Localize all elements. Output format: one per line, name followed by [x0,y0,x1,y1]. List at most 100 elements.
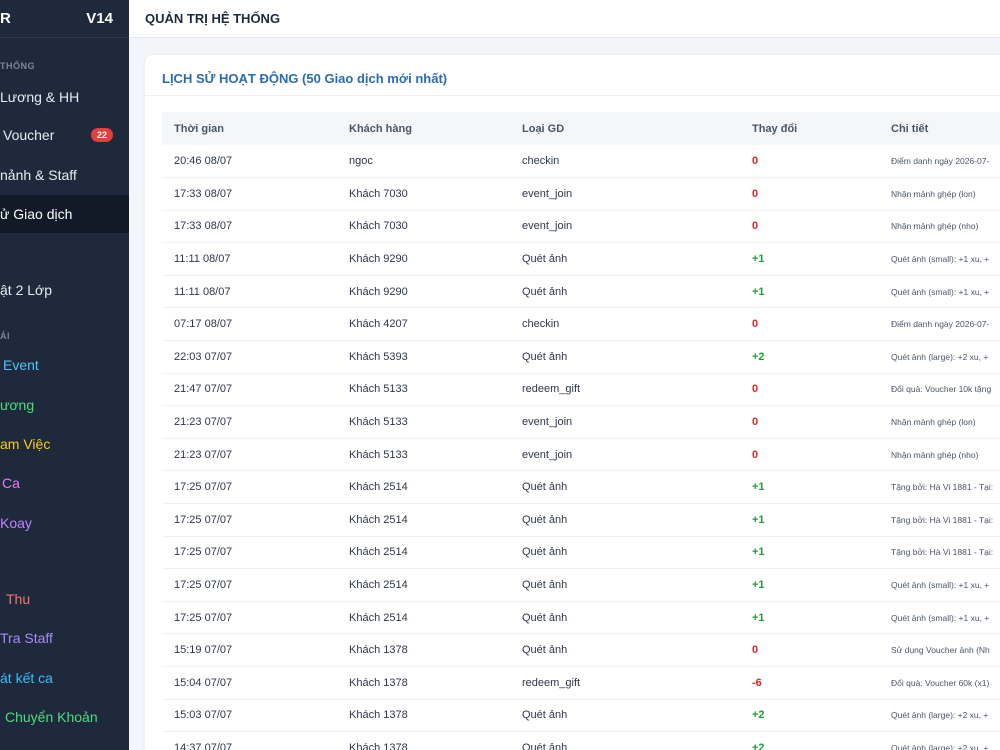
cell-type: Quét ảnh [522,579,568,592]
sidebar-item[interactable]: Lương & HH [0,78,129,116]
sidebar-item[interactable]: Chuyển Khoản [0,698,129,736]
sidebar-item[interactable]: ương [0,386,129,424]
sidebar-item-label: Ca [2,475,20,491]
transactions-table: Thời gian Khách hàng Loại GD Thay đổi Ch… [162,112,1000,750]
sidebar-item-label: Thu [6,591,31,607]
cell-customer: Khách 9290 [349,253,408,266]
cell-customer: Khách 9290 [349,285,408,298]
sidebar-item-label: Lương & HH [0,89,80,105]
sidebar-header: R V14 [0,0,129,38]
sidebar-item[interactable]: Koay [0,504,129,542]
cell-customer: Khách 1378 [349,741,408,750]
count-badge: 22 [90,128,113,142]
cell-customer: Khách 7030 [349,187,408,200]
cell-type: redeem_gift [522,676,581,689]
table-row: 22:03 07/07 Khách 5393 Quét ảnh +2 Quét ảnh … [162,341,1000,374]
sidebar-item[interactable]: Voucher 22 [0,116,129,154]
cell-type: Quét ảnh [522,285,568,298]
sidebar-item[interactable]: Ca [0,464,129,502]
table-row: 21:47 07/07 Khách 5133 redeem_gift 0 Đổi quà… [162,373,1000,406]
cell-time: 17:25 07/07 [174,611,233,624]
cell-change: +1 [752,611,765,624]
cell-change: -6 [752,676,762,689]
cell-detail: Quét ảnh (large): +2 xu, + [891,351,989,362]
cell-detail: Quét ảnh (large): +2 xu, + [891,742,989,750]
cell-change: +1 [752,253,765,266]
sidebar-item-label: Event [3,357,39,373]
table-row: 11:11 08/07 Khách 9290 Quét ảnh +1 Quét ảnh … [162,275,1000,308]
cell-time: 17:25 07/07 [174,481,233,494]
table-row: 20:46 08/07 ngoc checkin 0 Điểm danh ngày 20… [162,145,1000,178]
table-row: 17:25 07/07 Khách 2514 Quét ảnh +1 Quét ảnh … [162,601,1000,634]
cell-customer: Khách 2514 [349,546,408,559]
sidebar-item[interactable]: am Việc [0,425,129,463]
cell-detail: Quét ảnh (small): +1 xu, + [891,612,990,623]
sidebar-item-label: am Việc [0,436,51,452]
cell-type: event_join [522,416,573,429]
sidebar-item-label: nảnh & Staff [0,167,77,183]
cell-change: +1 [752,285,765,298]
cell-customer: Khách 5133 [349,448,408,461]
cell-time: 17:33 08/07 [174,187,233,200]
panel-divider [145,95,1000,96]
cell-customer: Khách 5133 [349,416,408,429]
cell-detail: Tặng bởi: Hà Vi 1881 - Tại: [891,547,994,558]
sidebar-item-label: ật 2 Lớp [0,282,52,298]
cell-customer: Khách 4207 [349,318,408,331]
version-label: V14 [86,10,113,27]
cell-customer: Khách 5133 [349,383,408,396]
table-row: 07:17 08/07 Khách 4207 checkin 0 Điểm danh n… [162,308,1000,341]
cell-change: +1 [752,579,765,592]
sidebar-item-label: Chuyển Khoản [5,709,98,725]
cell-change: +2 [752,350,765,363]
cell-change: 0 [752,383,759,396]
cell-detail: Đổi quà: Voucher 10k tặng [891,384,992,395]
cell-change: 0 [752,416,759,429]
cell-detail: Quét ảnh (small): +1 xu, + [891,286,990,297]
sidebar-item[interactable]: nảnh & Staff [0,156,129,194]
page-title: QUẢN TRỊ HỆ THỐNG [145,11,281,26]
cell-time: 11:11 08/07 [174,285,231,298]
table-row: 17:33 08/07 Khách 7030 event_join 0 Nhận mản… [162,210,1000,243]
cell-detail: Nhận mảnh ghép (lon) [891,188,976,199]
cell-type: event_join [522,448,573,461]
cell-time: 22:03 07/07 [174,350,233,363]
cell-detail: Đổi quà: Voucher 60k (x1) [891,677,990,688]
table-row: 17:25 07/07 Khách 2514 Quét ảnh +1 Tặng bởi:… [162,536,1000,569]
cell-change: +1 [752,481,765,494]
cell-change: 0 [752,155,759,168]
col-header-detail: Chi tiết [891,122,929,135]
table-row: 11:11 08/07 Khách 9290 Quét ảnh +1 Quét ảnh … [162,243,1000,276]
sidebar-item[interactable]: át kết ca [0,659,129,697]
cell-customer: Khách 2514 [349,481,408,494]
sidebar-item-label: át kết ca [0,670,53,686]
cell-time: 20:46 08/07 [174,155,233,168]
sidebar-item[interactable]: Event [0,346,129,384]
cell-customer: Khách 1378 [349,676,408,689]
cell-detail: Nhận mảnh ghép (nho) [891,449,979,460]
table-row: 17:25 07/07 Khách 2514 Quét ảnh +1 Quét ảnh … [162,569,1000,602]
sidebar-item[interactable]: ử Giao dịch [0,195,129,233]
cell-change: +1 [752,546,765,559]
table-header-row: Thời gian Khách hàng Loại GD Thay đổi Ch… [162,112,1000,145]
table-row: 14:37 07/07 Khách 1378 Quét ảnh +2 Quét ảnh … [162,732,1000,750]
cell-change: 0 [752,187,759,200]
cell-detail: Quét ảnh (large): +2 xu, + [891,710,989,721]
sidebar-item-label: Voucher [3,127,55,143]
cell-time: 17:25 07/07 [174,546,233,559]
cell-change: 0 [752,318,759,331]
col-header-change: Thay đổi [752,122,798,135]
sidebar-item[interactable]: Thu [0,580,129,618]
col-header-customer: Khách hàng [349,122,412,135]
cell-detail: Sử dụng Voucher ảnh (Nh [891,645,990,656]
sidebar-section-2: ÁI [0,331,10,341]
cell-type: Quét ảnh [522,741,568,750]
cell-type: redeem_gift [522,383,581,396]
table-row: 17:25 07/07 Khách 2514 Quét ảnh +1 Tặng bởi:… [162,504,1000,537]
sidebar-item[interactable]: ật 2 Lớp [0,271,129,309]
sidebar-item[interactable]: Tra Staff [0,619,129,657]
cell-customer: Khách 2514 [349,611,408,624]
cell-change: +2 [752,709,765,722]
cell-customer: Khách 2514 [349,513,408,526]
cell-time: 11:11 08/07 [174,253,231,266]
